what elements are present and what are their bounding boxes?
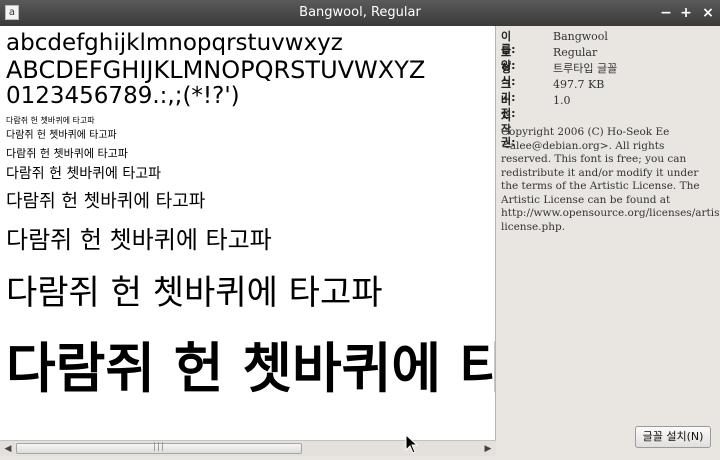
- preview-sample-size-1: 다람쥐 헌 쳇바퀴에 타고파: [6, 116, 95, 125]
- info-value: 497.7 KB: [553, 78, 605, 91]
- preview-sample-size-7: 다람쥐 헌 쳇바퀴에 타고파: [6, 273, 383, 313]
- preview-sample-size-6: 다람쥐 헌 쳇바퀴에 타고파: [6, 226, 272, 254]
- info-value: Bangwool: [553, 30, 608, 43]
- preview-lowercase: abcdefghijklmnopqrstuvwxyz: [6, 30, 343, 56]
- font-info-panel: 이름: Bangwool 모양: Regular 형식: 트루타입 글꼴 크기:…: [497, 26, 720, 460]
- info-value: Regular: [553, 46, 598, 59]
- window-title: Bangwool, Regular: [299, 5, 421, 20]
- preview-sample-size-2: 다람쥐 헌 쳇바퀴에 타고파: [6, 130, 117, 141]
- horizontal-scrollbar[interactable]: ◀ ||| ▶: [0, 440, 496, 456]
- maximize-button[interactable]: +: [676, 3, 696, 23]
- info-value: 1.0: [553, 94, 571, 107]
- scrollbar-thumb[interactable]: |||: [16, 442, 302, 454]
- preview-digits: 0123456789.:,;(*!?'): [6, 83, 240, 109]
- preview-sample-size-5: 다람쥐 헌 쳇바퀴에 타고파: [6, 191, 206, 212]
- preview-sample-size-8: 다람쥐 헌 쳇바퀴에 타고파: [6, 337, 495, 400]
- close-button[interactable]: ×: [698, 3, 718, 23]
- copyright-text: Copyright 2006 (C) Ho-Seok Ee <alee@debi…: [501, 126, 720, 233]
- install-font-button[interactable]: 글꼴 설치(N): [635, 426, 711, 448]
- scroll-right-icon[interactable]: ▶: [481, 442, 495, 456]
- info-value: 트루타입 글꼴: [553, 62, 618, 75]
- minimize-button[interactable]: −: [656, 3, 676, 23]
- mouse-cursor-icon: [405, 434, 419, 454]
- scroll-left-icon[interactable]: ◀: [1, 442, 15, 456]
- preview-sample-size-4: 다람쥐 헌 쳇바퀴에 타고파: [6, 166, 162, 182]
- window-titlebar: a Bangwool, Regular − + ×: [0, 0, 720, 26]
- font-preview-pane[interactable]: abcdefghijklmnopqrstuvwxyz ABCDEFGHIJKLM…: [0, 26, 496, 440]
- grip-icon: |||: [153, 442, 166, 452]
- preview-uppercase: ABCDEFGHIJKLMNOPQRSTUVWXYZ: [6, 56, 426, 84]
- preview-sample-size-3: 다람쥐 헌 쳇바퀴에 타고파: [6, 147, 128, 160]
